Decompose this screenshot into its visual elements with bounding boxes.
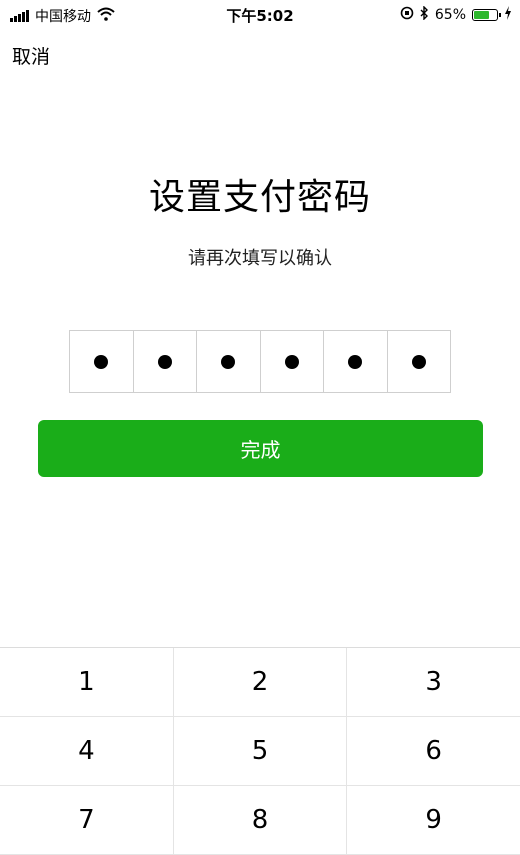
key-3[interactable]: 3 xyxy=(347,648,520,716)
battery-percent: 65% xyxy=(434,7,466,23)
pin-dot xyxy=(411,354,426,369)
pin-dot xyxy=(94,354,109,369)
status-bar: 中国移动 下午5:02 65% xyxy=(0,0,520,30)
status-right: 65% xyxy=(400,5,512,24)
done-button[interactable]: 完成 xyxy=(38,420,483,477)
numeric-keypad: 1 2 3 4 5 6 7 8 9 xyxy=(0,647,520,855)
battery-icon xyxy=(472,9,501,21)
pin-dot xyxy=(157,354,172,369)
keypad-row: 4 5 6 xyxy=(0,717,520,786)
key-8[interactable]: 8 xyxy=(174,786,348,854)
pin-input[interactable] xyxy=(69,330,451,393)
pin-cell xyxy=(261,331,324,392)
pin-cell xyxy=(197,331,261,392)
pin-dot xyxy=(284,354,299,369)
key-1[interactable]: 1 xyxy=(0,648,174,716)
page-subtitle: 请再次填写以确认 xyxy=(188,248,332,269)
charging-icon xyxy=(504,6,512,24)
key-6[interactable]: 6 xyxy=(347,717,520,785)
pin-dot xyxy=(221,354,236,369)
cancel-button[interactable]: 取消 xyxy=(12,42,50,69)
pin-cell xyxy=(324,331,388,392)
keypad-row: 7 8 9 xyxy=(0,786,520,855)
pin-cell xyxy=(134,331,197,392)
key-2[interactable]: 2 xyxy=(174,648,348,716)
key-7[interactable]: 7 xyxy=(0,786,174,854)
pin-cell xyxy=(388,331,451,392)
pin-cell xyxy=(70,331,134,392)
key-9[interactable]: 9 xyxy=(347,786,520,854)
page-title: 设置支付密码 xyxy=(148,177,371,218)
keypad-row: 1 2 3 xyxy=(0,648,520,717)
key-4[interactable]: 4 xyxy=(0,717,174,785)
bluetooth-icon xyxy=(420,5,429,24)
orientation-lock-icon xyxy=(400,6,414,24)
pin-dot xyxy=(348,354,363,369)
key-5[interactable]: 5 xyxy=(174,717,348,785)
